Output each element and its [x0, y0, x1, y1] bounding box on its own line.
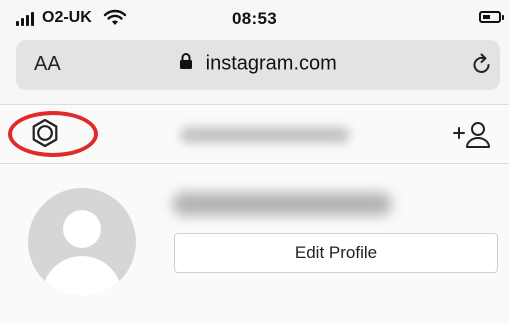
settings-gear-icon[interactable] — [30, 118, 60, 148]
battery-icon — [479, 11, 504, 23]
blurred-username — [180, 127, 350, 143]
url-field[interactable]: instagram.com — [16, 52, 500, 75]
address-bar[interactable]: AA instagram.com — [16, 40, 500, 90]
reload-icon[interactable] — [471, 53, 493, 77]
profile-header — [0, 105, 509, 163]
status-time: 08:53 — [232, 9, 277, 28]
lock-icon — [180, 53, 193, 69]
avatar[interactable] — [28, 188, 136, 296]
blurred-display-name — [172, 192, 392, 216]
add-user-icon[interactable] — [452, 120, 492, 150]
url-text: instagram.com — [205, 52, 337, 75]
status-bar: O2-UK 08:53 — [0, 0, 509, 36]
profile-section: Edit Profile — [0, 164, 509, 324]
edit-profile-button[interactable]: Edit Profile — [174, 233, 498, 273]
